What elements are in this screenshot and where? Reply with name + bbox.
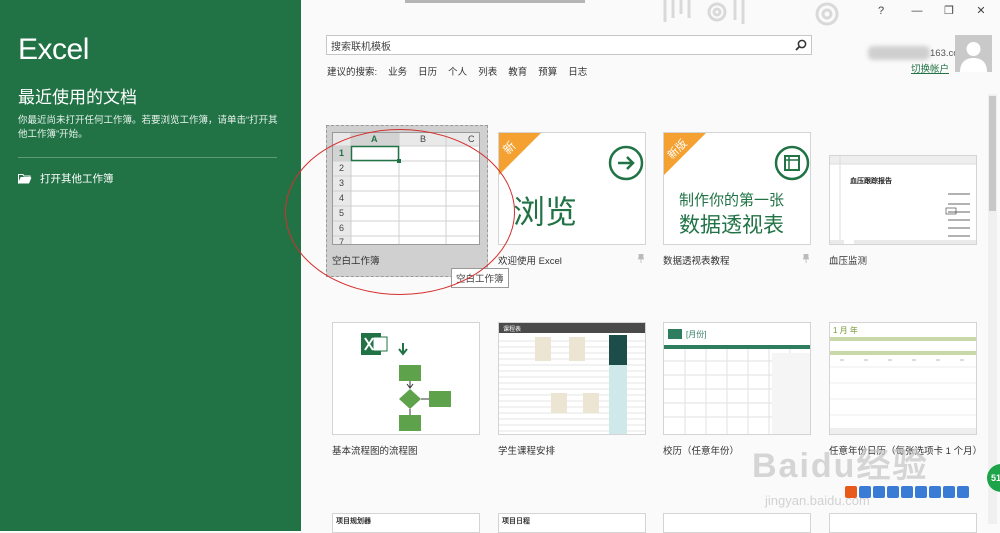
overlay-toolbar bbox=[845, 486, 985, 500]
switch-account-link[interactable]: 切换帐户 bbox=[911, 61, 949, 75]
app-title: Excel bbox=[18, 33, 89, 66]
suggested-search-link[interactable]: 个人 bbox=[448, 64, 467, 78]
template-pivottable-tutorial[interactable]: 新版 制作你的第一张 数据透视表 数据透视表教程 bbox=[663, 132, 811, 267]
template-project-planner[interactable]: 项目规划器 bbox=[332, 513, 480, 533]
wrench-icon[interactable] bbox=[957, 486, 969, 498]
left-pane: Excel 最近使用的文档 你最近尚未打开任何工作簿。若要浏览工作簿，请单击“打… bbox=[0, 0, 301, 531]
help-button[interactable]: ? bbox=[872, 3, 890, 19]
scrollbar-thumb[interactable] bbox=[989, 96, 996, 211]
toolbar-icon[interactable] bbox=[887, 486, 899, 498]
template-project-schedule[interactable]: 项目日程 bbox=[498, 513, 646, 533]
template-school-calendar[interactable]: [月份] 校历（任意年份） bbox=[663, 322, 811, 457]
calendar-month-label: [月份] bbox=[686, 330, 707, 339]
template-name: 欢迎使用 Excel bbox=[498, 256, 562, 267]
suggested-search-link[interactable]: 日志 bbox=[568, 64, 587, 78]
template-thumbnail: [月份] bbox=[663, 322, 811, 435]
tile-headline-line1: 制作你的第一张 bbox=[679, 192, 785, 209]
open-other-label: 打开其他工作簿 bbox=[40, 172, 114, 185]
html5-icon[interactable] bbox=[845, 486, 857, 498]
toolbar-icon[interactable] bbox=[859, 486, 871, 498]
partial-tile-title: 项目规划器 bbox=[336, 518, 371, 525]
template-name: 基本流程图的流程图 bbox=[332, 446, 418, 457]
recent-empty-message: 你最近尚未打开任何工作簿。若要浏览工作簿，请单击“打开其他工作簿”开始。 bbox=[18, 115, 278, 140]
search-icon[interactable] bbox=[795, 39, 807, 51]
calendar-month-label: 1 月 年 bbox=[833, 326, 858, 335]
restore-button[interactable]: ❐ bbox=[940, 3, 958, 19]
scrollbar[interactable] bbox=[988, 94, 997, 524]
suggested-label: 建议的搜索: bbox=[327, 67, 378, 78]
toolbar-icon[interactable] bbox=[873, 486, 885, 498]
template-name: 数据透视表教程 bbox=[663, 256, 730, 267]
toolbar-icon[interactable] bbox=[929, 486, 941, 498]
annotation-circle bbox=[285, 129, 515, 295]
template-search-box bbox=[326, 35, 812, 55]
suggested-search-link[interactable]: 预算 bbox=[538, 64, 557, 78]
template-thumbnail: 血压跟踪报告 bbox=[829, 155, 977, 245]
template-thumbnail: 课程表 bbox=[498, 322, 646, 435]
template-partial[interactable] bbox=[829, 513, 977, 533]
open-other-workbooks-button[interactable]: 打开其他工作簿 bbox=[18, 168, 114, 188]
watermark: Baidu经验 bbox=[752, 447, 929, 485]
template-blood-pressure[interactable]: 血压跟踪报告 血压监测 bbox=[829, 155, 977, 267]
sheet-title: 课程表 bbox=[503, 327, 522, 333]
suggested-search-link[interactable]: 教育 bbox=[508, 64, 527, 78]
folder-open-icon bbox=[18, 173, 32, 184]
toolbar-icon[interactable] bbox=[915, 486, 927, 498]
template-partial[interactable] bbox=[663, 513, 811, 533]
redacted-email bbox=[868, 46, 930, 60]
template-welcome-excel[interactable]: 新 浏览 欢迎使用 Excel bbox=[498, 132, 646, 267]
avatar[interactable] bbox=[955, 35, 992, 72]
tile-headline: 浏览 bbox=[513, 194, 578, 230]
template-any-year-calendar[interactable]: 1 月 年 任意年份日历（每张选项卡 1 个月） bbox=[829, 322, 977, 457]
suggested-search-link[interactable]: 业务 bbox=[388, 64, 407, 78]
template-name: 校历（任意年份） bbox=[663, 446, 740, 457]
minimize-button[interactable]: — bbox=[908, 3, 926, 19]
pin-icon[interactable] bbox=[803, 254, 809, 263]
user-icon bbox=[960, 42, 987, 72]
template-thumbnail: 新版 制作你的第一张 数据透视表 bbox=[663, 132, 811, 245]
template-student-schedule[interactable]: 课程表 学生课程安排 bbox=[498, 322, 646, 457]
template-thumbnail: 1 月 年 bbox=[829, 322, 977, 435]
flowchart-icon bbox=[361, 333, 451, 431]
doc-title: 血压跟踪报告 bbox=[850, 178, 892, 185]
search-input[interactable] bbox=[331, 38, 781, 52]
pin-icon[interactable] bbox=[638, 254, 644, 263]
title-strip bbox=[405, 0, 585, 3]
close-button[interactable]: ✕ bbox=[972, 3, 990, 19]
suggested-search-link[interactable]: 列表 bbox=[478, 64, 497, 78]
suggested-searches: 建议的搜索: 业务 日历 个人 列表 教育 预算 日志 bbox=[327, 64, 598, 78]
column-header-c: C bbox=[468, 134, 475, 144]
toolbar-icon[interactable] bbox=[901, 486, 913, 498]
template-name: 血压监测 bbox=[829, 256, 868, 267]
partial-tile-title: 项目日程 bbox=[502, 518, 530, 525]
template-thumbnail: 新 浏览 bbox=[498, 132, 646, 245]
recent-documents-title: 最近使用的文档 bbox=[18, 88, 137, 107]
suggested-search-link[interactable]: 日历 bbox=[418, 64, 437, 78]
shirt-icon[interactable] bbox=[943, 486, 955, 498]
template-thumbnail bbox=[332, 322, 480, 435]
template-flowchart[interactable]: 基本流程图的流程图 bbox=[332, 322, 480, 457]
title-decoration bbox=[655, 0, 845, 28]
divider bbox=[18, 157, 277, 158]
template-name: 学生课程安排 bbox=[498, 446, 556, 457]
tile-headline-line2: 数据透视表 bbox=[679, 214, 784, 237]
